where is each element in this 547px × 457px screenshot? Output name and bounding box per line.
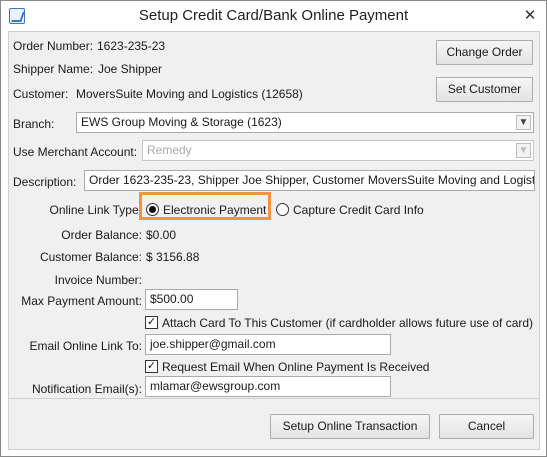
request-email-checkbox[interactable]: ✓: [145, 360, 158, 373]
shipper-name-value: Joe Shipper: [98, 62, 163, 76]
merchant-account-label: Use Merchant Account:: [13, 145, 138, 159]
description-label: Description:: [13, 175, 77, 189]
order-number-value: 1623-235-23: [97, 39, 166, 53]
request-email-label[interactable]: Request Email When Online Payment Is Rec…: [162, 360, 429, 374]
customer-balance-label: Customer Balance:: [39, 250, 142, 264]
merchant-account-value: Remedy: [147, 143, 192, 157]
set-customer-button[interactable]: Set Customer: [436, 77, 533, 102]
chevron-down-icon[interactable]: ▼: [516, 115, 531, 130]
setup-online-transaction-button[interactable]: Setup Online Transaction: [270, 414, 430, 439]
capture-card-radio[interactable]: [276, 203, 289, 216]
window-title: Setup Credit Card/Bank Online Payment: [138, 7, 409, 24]
dialog-footer: Setup Online Transaction Cancel: [8, 399, 540, 450]
chevron-down-icon: ▼: [516, 143, 531, 158]
change-order-button[interactable]: Change Order: [436, 40, 533, 65]
customer-label: Customer:: [13, 87, 69, 101]
branch-label: Branch:: [13, 117, 55, 131]
merchant-account-select: Remedy ▼: [142, 140, 534, 161]
branch-selected-value: EWS Group Moving & Storage (1623): [81, 115, 282, 129]
title-bar: Setup Credit Card/Bank Online Payment ✕: [1, 1, 546, 31]
form-panel: Order Number: 1623-235-23 Shipper Name: …: [8, 31, 540, 399]
max-payment-input[interactable]: $500.00: [145, 289, 238, 310]
order-balance-label: Order Balance:: [61, 228, 142, 242]
email-link-label: Email Online Link To:: [29, 339, 143, 353]
highlight-box: [139, 192, 271, 220]
customer-balance-value: $ 3156.88: [146, 250, 200, 264]
order-balance-value: $0.00: [146, 228, 177, 242]
description-input[interactable]: Order 1623-235-23, Shipper Joe Shipper, …: [84, 170, 535, 191]
close-icon[interactable]: ✕: [520, 6, 540, 26]
cancel-button[interactable]: Cancel: [439, 414, 534, 439]
customer-value: MoversSuite Moving and Logistics (12658): [76, 87, 303, 101]
order-number-label: Order Number:: [13, 39, 94, 53]
email-link-input[interactable]: joe.shipper@gmail.com: [145, 334, 391, 355]
attach-card-checkbox[interactable]: ✓: [145, 316, 158, 329]
link-type-label: Online Link Type:: [49, 203, 142, 217]
dialog-window: Setup Credit Card/Bank Online Payment ✕ …: [0, 0, 547, 457]
shipper-name-label: Shipper Name:: [13, 62, 94, 76]
attach-card-label[interactable]: Attach Card To This Customer (if cardhol…: [162, 316, 533, 330]
branch-select[interactable]: EWS Group Moving & Storage (1623) ▼: [76, 112, 534, 133]
invoice-number-label: Invoice Number:: [54, 273, 142, 287]
max-payment-label: Max Payment Amount:: [21, 294, 142, 308]
capture-card-label[interactable]: Capture Credit Card Info: [293, 203, 424, 217]
notification-email-label: Notification Email(s):: [31, 382, 142, 396]
notification-email-input[interactable]: mlamar@ewsgroup.com: [145, 376, 391, 397]
